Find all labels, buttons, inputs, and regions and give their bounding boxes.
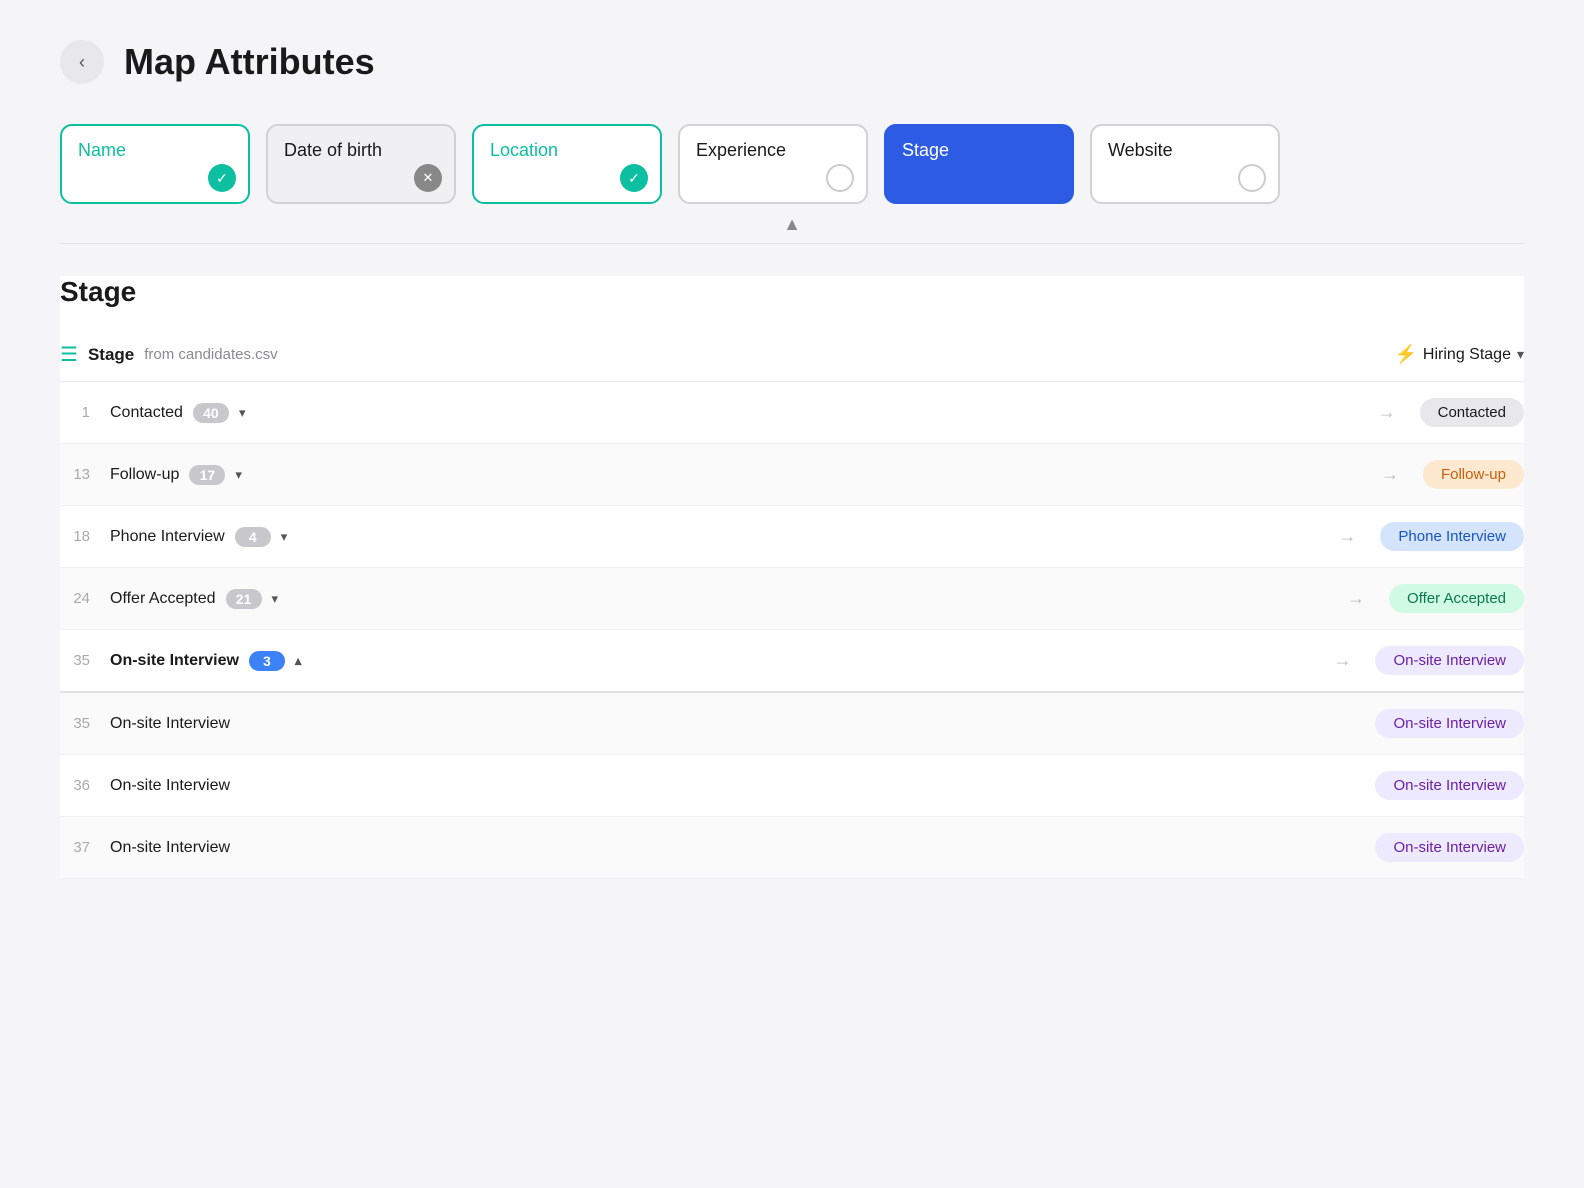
bolt-icon: ⚡ xyxy=(1395,344,1417,365)
stage-heading: Stage xyxy=(60,276,1524,308)
row-label: On-site Interview xyxy=(110,777,230,795)
row-label: Offer Accepted xyxy=(110,590,216,608)
attr-card-location[interactable]: Location ✓ xyxy=(472,124,662,204)
row-name: On-site Interview xyxy=(110,777,1327,795)
dropdown-arrow-icon[interactable]: ▾ xyxy=(1517,346,1524,363)
attr-card-experience[interactable]: Experience xyxy=(678,124,868,204)
mapping-header-right[interactable]: ⚡ Hiring Stage ▾ xyxy=(1395,344,1525,365)
arrow-right-icon: → xyxy=(1323,588,1389,609)
row-name: Offer Accepted 21 ▾ xyxy=(110,589,1323,609)
x-icon-dob: ✕ xyxy=(414,164,442,192)
table-row: 24 Offer Accepted 21 ▾ → Offer Accepted xyxy=(60,568,1524,630)
check-icon-location: ✓ xyxy=(620,164,648,192)
source-label: Stage xyxy=(88,345,134,365)
attr-label-dob: Date of birth xyxy=(284,140,382,162)
target-label: Hiring Stage xyxy=(1423,346,1511,364)
attr-card-name[interactable]: Name ✓ xyxy=(60,124,250,204)
stage-tag[interactable]: Follow-up xyxy=(1423,460,1524,489)
stage-tag[interactable]: On-site Interview xyxy=(1375,833,1524,862)
count-badge: 4 xyxy=(235,527,271,547)
table-row: 35 On-site Interview On-site Interview xyxy=(60,693,1524,755)
page-title: Map Attributes xyxy=(124,41,375,83)
attributes-row: Name ✓ Date of birth ✕ Location ✓ Experi… xyxy=(60,124,1524,204)
divider-arrow: ▲ xyxy=(60,204,1524,235)
arrow-right-icon: → xyxy=(1309,650,1375,671)
stage-tag[interactable]: Offer Accepted xyxy=(1389,584,1524,613)
stage-tag[interactable]: On-site Interview xyxy=(1375,771,1524,800)
mapping-header: ☰ Stage from candidates.csv ⚡ Hiring Sta… xyxy=(60,328,1524,382)
list-icon: ☰ xyxy=(60,342,78,367)
page-header: ‹ Map Attributes xyxy=(60,40,1524,84)
check-icon-name: ✓ xyxy=(208,164,236,192)
row-number: 18 xyxy=(60,528,110,545)
mapping-table: 1 Contacted 40 ▾ → Contacted 13 Follow-u… xyxy=(60,382,1524,879)
arrow-right-icon: → xyxy=(1357,464,1423,485)
row-number: 36 xyxy=(60,777,110,794)
attr-label-location: Location xyxy=(490,140,558,162)
row-name: Phone Interview 4 ▾ xyxy=(110,527,1314,547)
row-label: Phone Interview xyxy=(110,528,225,546)
table-row: 35 On-site Interview 3 ▴ → On-site Inter… xyxy=(60,630,1524,693)
attr-label-website: Website xyxy=(1108,140,1173,162)
caret-down-icon[interactable]: ▾ xyxy=(239,405,246,421)
stage-tag[interactable]: Phone Interview xyxy=(1380,522,1524,551)
empty-icon-website xyxy=(1238,164,1266,192)
row-label: On-site Interview xyxy=(110,652,239,670)
count-badge: 21 xyxy=(226,589,262,609)
empty-icon-experience xyxy=(826,164,854,192)
attr-card-stage[interactable]: Stage xyxy=(884,124,1074,204)
row-label: On-site Interview xyxy=(110,839,230,857)
back-button[interactable]: ‹ xyxy=(60,40,104,84)
row-number: 35 xyxy=(60,652,110,669)
row-name: On-site Interview xyxy=(110,715,1327,733)
count-badge: 40 xyxy=(193,403,229,423)
row-label: Follow-up xyxy=(110,466,179,484)
count-badge: 3 xyxy=(249,651,285,671)
section-divider xyxy=(60,243,1524,244)
row-number: 35 xyxy=(60,715,110,732)
arrow-right-icon: → xyxy=(1354,402,1420,423)
caret-down-icon[interactable]: ▾ xyxy=(281,529,288,545)
stage-tag[interactable]: On-site Interview xyxy=(1375,646,1524,675)
row-number: 37 xyxy=(60,839,110,856)
count-badge: 17 xyxy=(189,465,225,485)
row-number: 1 xyxy=(60,404,110,421)
arrow-right-icon: → xyxy=(1314,526,1380,547)
attr-card-website[interactable]: Website xyxy=(1090,124,1280,204)
row-name: On-site Interview 3 ▴ xyxy=(110,651,1309,671)
row-name: Follow-up 17 ▾ xyxy=(110,465,1357,485)
caret-down-icon[interactable]: ▾ xyxy=(272,591,279,607)
caret-up-icon[interactable]: ▴ xyxy=(295,653,302,669)
table-row: 18 Phone Interview 4 ▾ → Phone Interview xyxy=(60,506,1524,568)
stage-section: Stage ☰ Stage from candidates.csv ⚡ Hiri… xyxy=(60,276,1524,879)
row-number: 13 xyxy=(60,466,110,483)
stage-tag[interactable]: Contacted xyxy=(1420,398,1524,427)
table-row: 37 On-site Interview On-site Interview xyxy=(60,817,1524,879)
mapping-header-left: ☰ Stage from candidates.csv xyxy=(60,342,278,367)
row-label: On-site Interview xyxy=(110,715,230,733)
page-container: ‹ Map Attributes Name ✓ Date of birth ✕ … xyxy=(0,0,1584,919)
row-number: 24 xyxy=(60,590,110,607)
source-from: from candidates.csv xyxy=(144,346,277,363)
attr-label-stage: Stage xyxy=(902,140,949,162)
row-label: Contacted xyxy=(110,404,183,422)
table-row: 13 Follow-up 17 ▾ → Follow-up xyxy=(60,444,1524,506)
stage-tag[interactable]: On-site Interview xyxy=(1375,709,1524,738)
row-name: Contacted 40 ▾ xyxy=(110,403,1354,423)
attr-label-experience: Experience xyxy=(696,140,786,162)
table-row: 1 Contacted 40 ▾ → Contacted xyxy=(60,382,1524,444)
row-name: On-site Interview xyxy=(110,839,1327,857)
caret-down-icon[interactable]: ▾ xyxy=(235,467,242,483)
table-row: 36 On-site Interview On-site Interview xyxy=(60,755,1524,817)
attr-card-dob[interactable]: Date of birth ✕ xyxy=(266,124,456,204)
attr-label-name: Name xyxy=(78,140,126,162)
